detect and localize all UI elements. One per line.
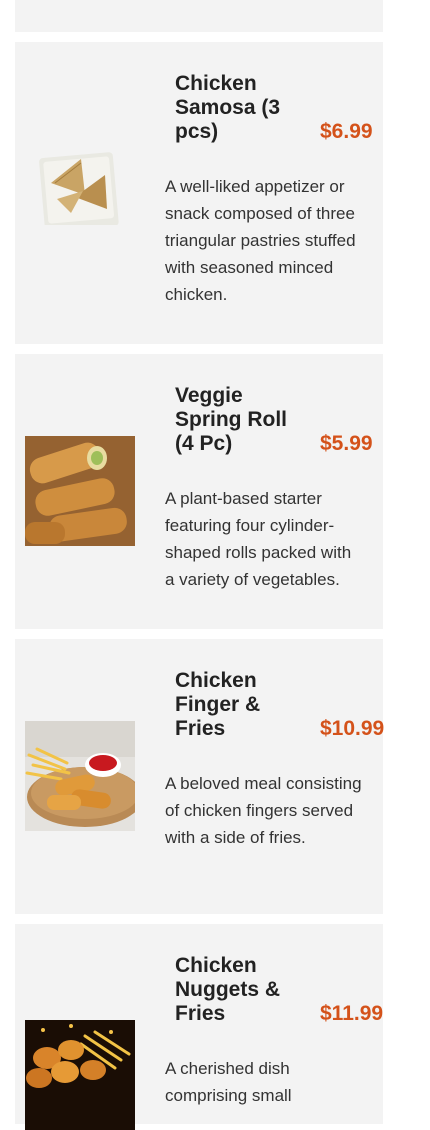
menu-card[interactable]: Chicken Nuggets & Fries $11.99 A cherish… [15, 924, 384, 1130]
item-description: A beloved meal consisting of chicken fin… [165, 774, 362, 847]
chicken-nuggets-image [25, 1020, 135, 1130]
item-description: A plant-based starter featuring four cyl… [165, 489, 352, 589]
item-description: A well-liked appetizer or snack composed… [165, 177, 356, 304]
menu-card[interactable]: Chicken Samosa (3 pcs) $6.99 A well-like… [15, 42, 383, 344]
item-title: Chicken Nuggets & Fries [175, 954, 280, 1025]
menu-card[interactable]: Chicken Finger & Fries $10.99 A beloved … [15, 639, 385, 914]
item-description: A cherished dish comprising small [165, 1059, 292, 1105]
item-price: $5.99 [320, 432, 373, 455]
spring-roll-image [25, 436, 135, 546]
menu-card-partial [15, 0, 383, 32]
menu-card[interactable]: Veggie Spring Roll (4 Pc) $5.99 A plant-… [15, 354, 383, 629]
item-price: $10.99 [320, 717, 385, 740]
item-title: Veggie Spring Roll (4 Pc) [175, 384, 287, 455]
item-title: Chicken Finger & Fries [175, 669, 261, 740]
chicken-finger-image [25, 721, 135, 831]
samosa-plate-image [35, 139, 121, 225]
item-title: Chicken Samosa (3 pcs) [175, 72, 281, 143]
item-price: $6.99 [320, 120, 373, 143]
item-price: $11.99 [320, 1002, 384, 1025]
